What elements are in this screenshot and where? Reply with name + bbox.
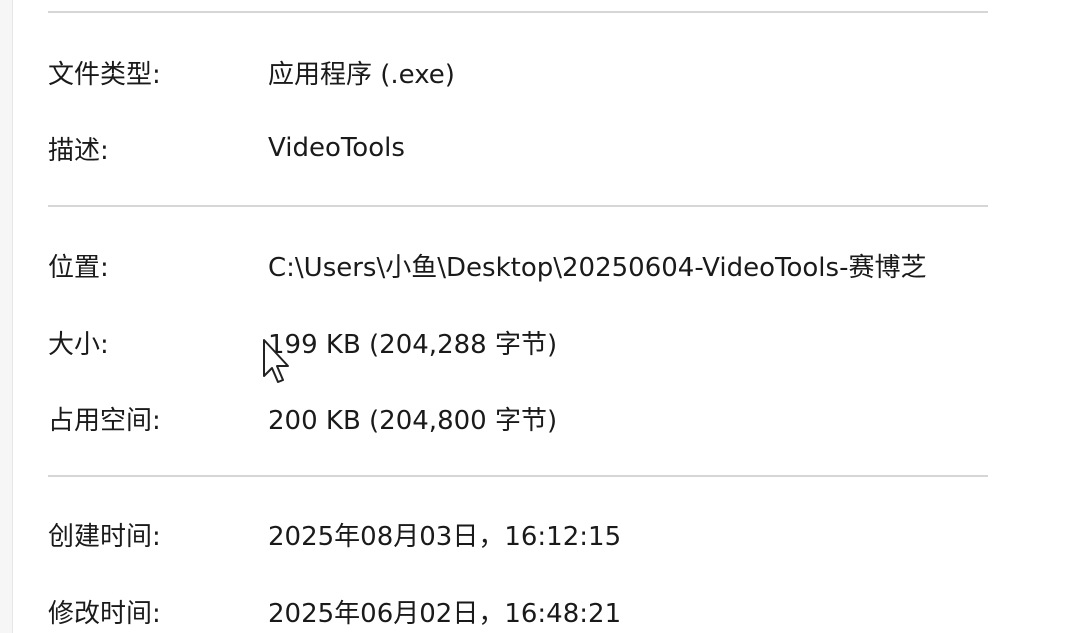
location-label: 位置: <box>48 252 109 283</box>
location-value[interactable]: C:\Users\小鱼\Desktop\20250604-VideoTools-… <box>268 247 926 284</box>
row-modified: 修改时间: 2025年06月02日，16:48:21 <box>48 591 988 631</box>
row-disk-size: 占用空间: 200 KB (204,800 字节) <box>48 398 988 438</box>
description-value: VideoTools <box>268 133 405 163</box>
window-left-edge <box>0 0 13 633</box>
description-label: 描述: <box>48 135 109 166</box>
file-type-label: 文件类型: <box>48 59 161 90</box>
file-properties-panel: 文件类型: 应用程序 (.exe) 描述: VideoTools 位置: C:\… <box>48 0 988 633</box>
modified-label: 修改时间: <box>48 598 161 629</box>
row-created: 创建时间: 2025年08月03日，16:12:15 <box>48 514 988 554</box>
row-size: 大小: 199 KB (204,288 字节) <box>48 322 988 362</box>
created-label: 创建时间: <box>48 521 161 552</box>
divider-bottom <box>48 475 988 477</box>
size-value: 199 KB (204,288 字节) <box>268 329 558 360</box>
modified-value: 2025年06月02日，16:48:21 <box>268 598 622 629</box>
disk-size-value: 200 KB (204,800 字节) <box>268 405 558 436</box>
created-value: 2025年08月03日，16:12:15 <box>268 521 622 552</box>
row-location: 位置: C:\Users\小鱼\Desktop\20250604-VideoTo… <box>48 245 988 285</box>
divider-middle <box>48 205 988 207</box>
row-file-type: 文件类型: 应用程序 (.exe) <box>48 52 988 92</box>
divider-top <box>48 11 988 13</box>
disk-size-label: 占用空间: <box>48 405 161 436</box>
size-label: 大小: <box>48 329 109 360</box>
row-description: 描述: VideoTools <box>48 128 988 168</box>
file-type-value: 应用程序 (.exe) <box>268 59 455 90</box>
